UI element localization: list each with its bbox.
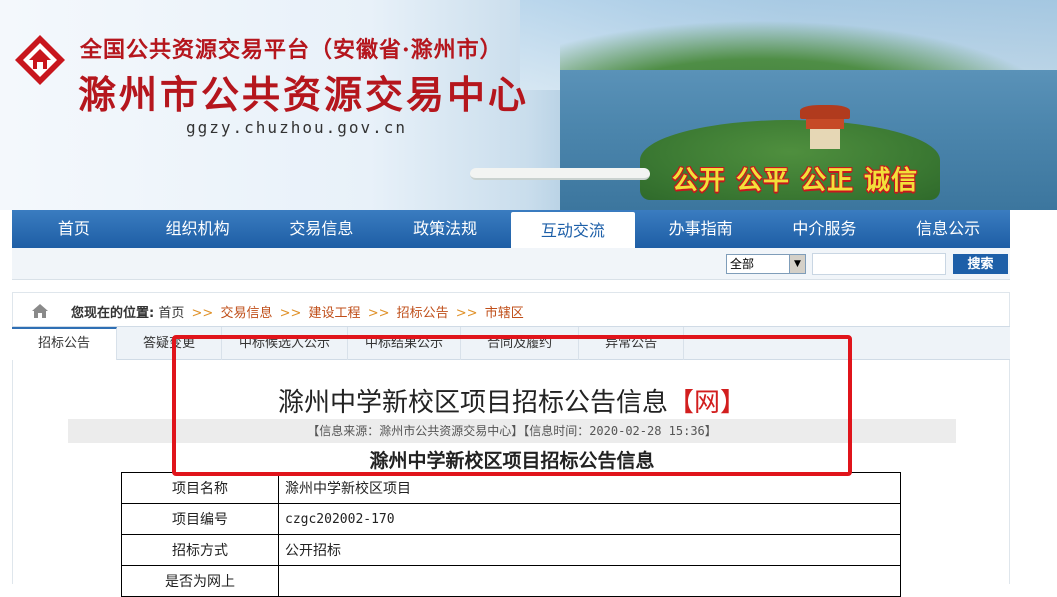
pavilion-icon bbox=[800, 105, 850, 150]
search-category-value: 全部 bbox=[730, 257, 755, 271]
breadcrumb-separator: >> bbox=[455, 306, 478, 321]
tab-exception-notice[interactable]: 异常公告 bbox=[579, 327, 685, 360]
search-bar: 全部 ▼ 搜索 bbox=[12, 248, 1010, 280]
tab-qa-changes[interactable]: 答疑变更 bbox=[117, 327, 223, 360]
breadcrumb-tender-notice[interactable]: 招标公告 bbox=[397, 306, 449, 321]
table-key: 项目编号 bbox=[121, 503, 279, 535]
header-banner: 全国公共资源交易平台（安徽省·滁州市） 滁州市公共资源交易中心 ggzy.chu… bbox=[0, 0, 1057, 210]
banner-bridge bbox=[470, 168, 650, 180]
nav-item-trade-info[interactable]: 交易信息 bbox=[260, 210, 384, 248]
breadcrumb-separator: >> bbox=[279, 306, 302, 321]
breadcrumb-home[interactable]: 首页 bbox=[158, 306, 184, 321]
site-title: 滁州市公共资源交易中心 bbox=[78, 72, 530, 117]
table-value: 公开招标 bbox=[278, 534, 901, 566]
breadcrumb-district[interactable]: 市辖区 bbox=[485, 306, 524, 321]
tab-tender-notice[interactable]: 招标公告 bbox=[12, 327, 118, 360]
article-title: 滁州中学新校区项目招标公告信息【网】 bbox=[13, 382, 1011, 419]
table-key: 是否为网上 bbox=[121, 565, 279, 597]
breadcrumb-construction[interactable]: 建设工程 bbox=[309, 306, 361, 321]
table-key: 招标方式 bbox=[121, 534, 279, 566]
breadcrumb-separator: >> bbox=[191, 306, 214, 321]
nav-item-home[interactable]: 首页 bbox=[12, 210, 136, 248]
nav-item-policy[interactable]: 政策法规 bbox=[383, 210, 507, 248]
table-value: czgc202002-170 bbox=[278, 503, 901, 535]
table-value: 滁州中学新校区项目 bbox=[278, 472, 901, 504]
table-row: 项目编号 czgc202002-170 bbox=[121, 503, 901, 535]
nav-item-publicity[interactable]: 信息公示 bbox=[886, 210, 1010, 248]
search-button[interactable]: 搜索 bbox=[953, 254, 1008, 274]
nav-item-interaction[interactable]: 互动交流 bbox=[511, 212, 635, 248]
slogan: 公开 公平 公正 诚信 bbox=[672, 166, 919, 196]
article-meta: 【信息来源：滁州市公共资源交易中心】【信息时间：2020-02-28 15:36… bbox=[68, 419, 956, 443]
search-input[interactable] bbox=[812, 253, 946, 275]
search-category-select[interactable]: 全部 ▼ bbox=[726, 254, 806, 274]
article-subtitle: 滁州中学新校区项目招标公告信息 bbox=[369, 450, 655, 472]
table-row: 是否为网上 bbox=[121, 565, 901, 597]
article-title-text: 滁州中学新校区项目招标公告信息 bbox=[277, 388, 668, 418]
article-title-tag: 【网】 bbox=[668, 388, 747, 418]
category-tabs: 招标公告 答疑变更 中标候选人公示 中标结果公示 合同及履约 异常公告 bbox=[12, 326, 1010, 360]
breadcrumb-lead: 您现在的位置: bbox=[71, 306, 155, 321]
breadcrumb-separator: >> bbox=[367, 306, 390, 321]
breadcrumb-trade-info[interactable]: 交易信息 bbox=[220, 306, 272, 321]
platform-title: 全国公共资源交易平台（安徽省·滁州市） bbox=[80, 37, 503, 63]
tab-winning-results[interactable]: 中标结果公示 bbox=[348, 327, 462, 360]
tab-winning-candidates[interactable]: 中标候选人公示 bbox=[222, 327, 349, 360]
dropdown-arrow-icon[interactable]: ▼ bbox=[789, 255, 805, 273]
table-row: 项目名称 滁州中学新校区项目 bbox=[121, 472, 901, 504]
project-info-table: 项目名称 滁州中学新校区项目 项目编号 czgc202002-170 招标方式 … bbox=[121, 472, 901, 597]
article-content: 滁州中学新校区项目招标公告信息【网】 【信息来源：滁州市公共资源交易中心】【信息… bbox=[12, 360, 1011, 597]
table-value bbox=[278, 565, 901, 597]
house-diamond-logo-icon bbox=[15, 35, 65, 85]
nav-item-organization[interactable]: 组织机构 bbox=[136, 210, 260, 248]
table-key: 项目名称 bbox=[121, 472, 279, 504]
tab-contract[interactable]: 合同及履约 bbox=[461, 327, 580, 360]
nav-item-agency[interactable]: 中介服务 bbox=[763, 210, 887, 248]
main-nav: 首页 组织机构 交易信息 政策法规 互动交流 办事指南 中介服务 信息公示 bbox=[12, 210, 1010, 248]
nav-item-guide[interactable]: 办事指南 bbox=[639, 210, 763, 248]
breadcrumb: 您现在的位置: 首页 >> 交易信息 >> 建设工程 >> 招标公告 >> 市辖… bbox=[12, 292, 1010, 326]
site-url: ggzy.chuzhou.gov.cn bbox=[186, 118, 408, 137]
table-row: 招标方式 公开招标 bbox=[121, 534, 901, 566]
home-icon bbox=[32, 304, 48, 318]
